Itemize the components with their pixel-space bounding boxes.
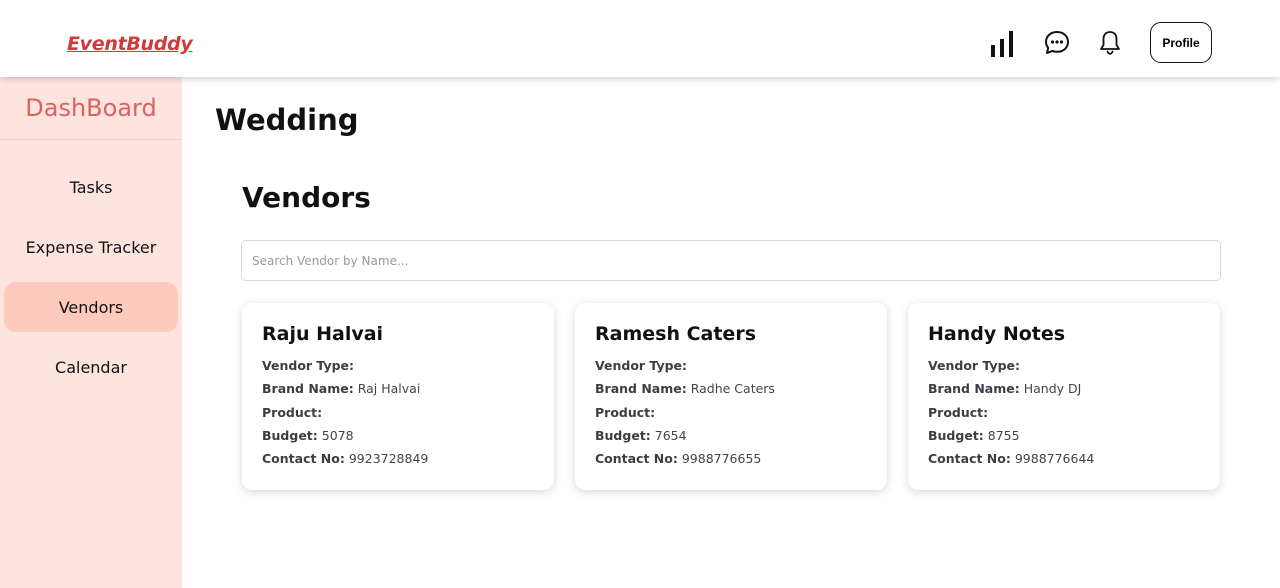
contact-label: Contact No: bbox=[928, 451, 1011, 467]
budget-value: 8755 bbox=[987, 427, 1020, 443]
brand-name-label: Brand Name: bbox=[928, 381, 1020, 397]
sidebar-item-vendors[interactable]: Vendors bbox=[4, 282, 178, 332]
brand-name-label: Brand Name: bbox=[262, 381, 354, 397]
contact-value: 9988776644 bbox=[1014, 451, 1095, 467]
contact-row: Contact No: 9988776644 bbox=[928, 447, 1200, 470]
bell-icon[interactable] bbox=[1096, 28, 1128, 60]
vendor-type-row: Vendor Type: bbox=[595, 354, 867, 377]
brand-name-row: Brand Name: Raj Halvai bbox=[262, 377, 534, 400]
event-title: Wedding bbox=[215, 103, 359, 137]
contact-label: Contact No: bbox=[262, 451, 345, 467]
vendor-type-row: Vendor Type: bbox=[928, 354, 1200, 377]
sidebar-item-tasks[interactable]: Tasks bbox=[4, 162, 178, 212]
budget-value: 7654 bbox=[654, 427, 687, 443]
vendor-type-label: Vendor Type: bbox=[595, 358, 688, 373]
vendor-search-input[interactable] bbox=[241, 240, 1221, 281]
vendor-type-row: Vendor Type: bbox=[262, 354, 534, 377]
product-label: Product: bbox=[928, 404, 989, 420]
budget-value: 5078 bbox=[321, 427, 354, 443]
sidebar-item-calendar[interactable]: Calendar bbox=[4, 342, 178, 392]
profile-button[interactable]: Profile bbox=[1150, 22, 1212, 63]
budget-label: Budget: bbox=[595, 427, 651, 443]
vendor-type-label: Vendor Type: bbox=[262, 358, 355, 373]
brand-name-value: Raj Halvai bbox=[357, 381, 421, 397]
product-row: Product: bbox=[928, 401, 1200, 424]
vendor-card[interactable]: Ramesh Caters Vendor Type: Brand Name: R… bbox=[575, 303, 887, 490]
brand-name-label: Brand Name: bbox=[595, 381, 687, 397]
product-label: Product: bbox=[262, 404, 323, 420]
product-row: Product: bbox=[595, 401, 867, 424]
vendor-type-label: Vendor Type: bbox=[928, 358, 1021, 373]
budget-row: Budget: 5078 bbox=[262, 424, 534, 447]
vendor-card[interactable]: Raju Halvai Vendor Type: Brand Name: Raj… bbox=[242, 303, 554, 490]
vendor-name: Ramesh Caters bbox=[595, 323, 756, 345]
top-bar: EventBuddy Profile bbox=[0, 0, 1280, 77]
vendor-name: Raju Halvai bbox=[262, 323, 384, 345]
budget-row: Budget: 8755 bbox=[928, 424, 1200, 447]
budget-label: Budget: bbox=[262, 427, 318, 443]
budget-label: Budget: bbox=[928, 427, 984, 443]
brand-name-row: Brand Name: Radhe Caters bbox=[595, 377, 867, 400]
brand-name-value: Handy DJ bbox=[1023, 381, 1082, 397]
contact-label: Contact No: bbox=[595, 451, 678, 467]
brand-name-row: Brand Name: Handy DJ bbox=[928, 377, 1200, 400]
sidebar-title[interactable]: DashBoard bbox=[0, 77, 182, 140]
budget-row: Budget: 7654 bbox=[595, 424, 867, 447]
contact-row: Contact No: 9988776655 bbox=[595, 447, 867, 470]
sidebar-item-expense-tracker[interactable]: Expense Tracker bbox=[4, 222, 178, 272]
app-logo[interactable]: EventBuddy bbox=[67, 33, 193, 55]
brand-name-value: Radhe Caters bbox=[690, 381, 775, 397]
contact-value: 9923728849 bbox=[348, 451, 429, 467]
product-row: Product: bbox=[262, 401, 534, 424]
section-title: Vendors bbox=[242, 181, 371, 214]
product-label: Product: bbox=[595, 404, 656, 420]
vendor-card[interactable]: Handy Notes Vendor Type: Brand Name: Han… bbox=[908, 303, 1220, 490]
chat-icon[interactable] bbox=[1042, 28, 1074, 60]
bar-chart-icon[interactable] bbox=[988, 29, 1020, 61]
contact-row: Contact No: 9923728849 bbox=[262, 447, 534, 470]
sidebar: DashBoard Tasks Expense Tracker Vendors … bbox=[0, 77, 182, 588]
vendor-name: Handy Notes bbox=[928, 323, 1066, 345]
contact-value: 9988776655 bbox=[681, 451, 762, 467]
